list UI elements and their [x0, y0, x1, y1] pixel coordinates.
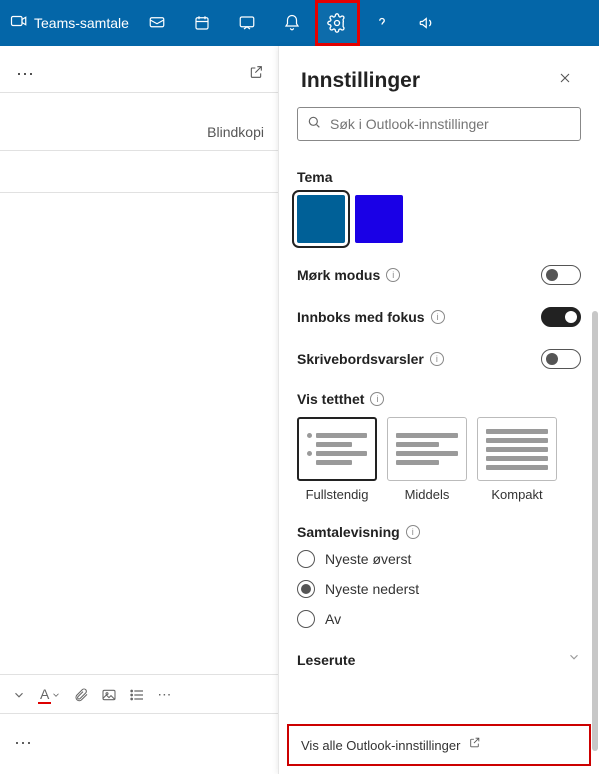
radio-newest-bottom[interactable]: Nyeste nederst	[297, 580, 581, 598]
compose-footer-more[interactable]: ⋯	[14, 733, 34, 754]
density-option-medium[interactable]: Middels	[387, 417, 467, 502]
radio-off[interactable]: Av	[297, 610, 581, 628]
bcc-link[interactable]: Blindkopi	[207, 124, 264, 140]
radio-icon	[297, 580, 315, 598]
info-icon[interactable]: i	[430, 352, 444, 366]
settings-panel: Innstillinger Tema Mørk modus i	[278, 46, 599, 774]
close-icon[interactable]	[553, 66, 577, 95]
info-icon[interactable]: i	[406, 525, 420, 539]
dark-mode-label: Mørk modus i	[297, 267, 400, 283]
compose-more-button[interactable]: ⋯	[16, 64, 36, 85]
scrollbar[interactable]	[591, 311, 599, 761]
view-all-settings-link[interactable]: Vis alle Outlook-innstillinger	[287, 724, 591, 766]
radio-icon	[297, 610, 315, 628]
settings-body: Tema Mørk modus i Innboks med fokus i Sk…	[279, 149, 599, 774]
conversation-radios: Nyeste øverst Nyeste nederst Av	[297, 550, 581, 628]
dark-mode-row: Mørk modus i	[297, 265, 581, 285]
image-icon[interactable]	[101, 687, 117, 703]
focused-inbox-row: Innboks med fokus i	[297, 307, 581, 327]
notifications-icon[interactable]	[270, 0, 315, 46]
density-option-compact[interactable]: Kompakt	[477, 417, 557, 502]
topbar: Teams-samtale	[0, 0, 599, 46]
desktop-notifications-toggle[interactable]	[541, 349, 581, 369]
bullet-list-icon[interactable]	[129, 687, 145, 703]
info-icon[interactable]: i	[386, 268, 400, 282]
settings-icon[interactable]	[315, 0, 360, 46]
info-icon[interactable]: i	[431, 310, 445, 324]
compose-pane: ⋯ Blindkopi A ⋯ ⋯	[0, 46, 278, 774]
popout-icon	[468, 736, 481, 754]
reading-pane-label: Leserute	[297, 652, 355, 668]
megaphone-icon[interactable]	[405, 0, 450, 46]
info-icon[interactable]: i	[370, 392, 384, 406]
settings-search-wrap	[279, 107, 599, 149]
density-label-full: Fullstendig	[306, 487, 369, 502]
theme-chooser	[297, 195, 581, 243]
popout-icon[interactable]	[248, 64, 264, 85]
search-icon	[306, 114, 322, 135]
focused-inbox-label: Innboks med fokus i	[297, 309, 445, 325]
settings-header: Innstillinger	[279, 46, 599, 107]
teams-call-button[interactable]: Teams-samtale	[4, 12, 135, 35]
desktop-notifications-row: Skrivebordsvarsler i	[297, 349, 581, 369]
font-color-button[interactable]: A	[38, 686, 61, 704]
density-header: Vis tetthet i	[297, 391, 581, 407]
settings-search[interactable]	[297, 107, 581, 141]
calendar-icon[interactable]	[180, 0, 225, 46]
radio-icon	[297, 550, 315, 568]
density-chooser: Fullstendig Middels K	[297, 417, 581, 502]
toolbar-more-button[interactable]: ⋯	[157, 686, 173, 703]
density-label-medium: Middels	[405, 487, 450, 502]
settings-title: Innstillinger	[301, 69, 420, 93]
chevron-down-icon[interactable]	[12, 688, 26, 702]
radio-newest-top[interactable]: Nyeste øverst	[297, 550, 581, 568]
density-option-full[interactable]: Fullstendig	[297, 417, 377, 502]
settings-search-input[interactable]	[330, 116, 572, 132]
teams-call-label: Teams-samtale	[34, 15, 129, 31]
conversation-header: Samtalevisning i	[297, 524, 581, 540]
attach-icon[interactable]	[73, 687, 89, 703]
theme-swatch-1[interactable]	[297, 195, 345, 243]
divider	[0, 92, 278, 93]
divider	[0, 192, 278, 193]
chevron-down-icon[interactable]	[567, 650, 581, 669]
theme-label: Tema	[297, 169, 581, 185]
camera-icon	[10, 12, 28, 35]
theme-swatch-2[interactable]	[355, 195, 403, 243]
new-message-icon[interactable]	[135, 0, 180, 46]
dark-mode-toggle[interactable]	[541, 265, 581, 285]
desktop-notifications-label: Skrivebordsvarsler i	[297, 351, 444, 367]
divider	[0, 150, 278, 151]
feedback-icon[interactable]	[225, 0, 270, 46]
focused-inbox-toggle[interactable]	[541, 307, 581, 327]
format-toolbar: A ⋯	[0, 674, 278, 714]
help-icon[interactable]	[360, 0, 405, 46]
density-label-compact: Kompakt	[491, 487, 542, 502]
